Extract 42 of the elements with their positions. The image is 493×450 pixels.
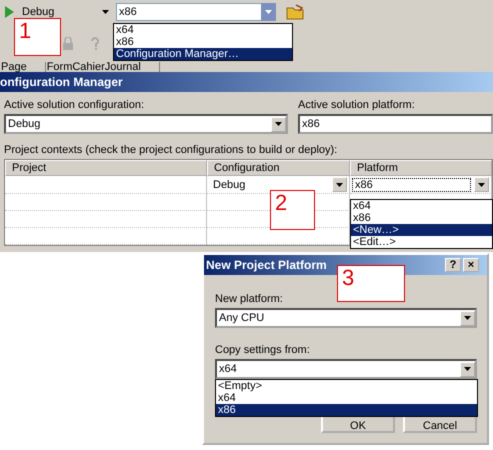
platform-combo[interactable]: Any CPU: [215, 308, 477, 328]
folder-icon[interactable]: [286, 4, 304, 20]
copy-settings-combo[interactable]: x64: [215, 359, 477, 379]
caret-icon[interactable]: [478, 182, 485, 186]
close-button[interactable]: ×: [463, 258, 479, 272]
menu-item[interactable]: x64: [351, 200, 492, 212]
field-label: Copy settings from:: [215, 344, 311, 356]
menu-item[interactable]: <Edit…>: [351, 236, 492, 248]
section-label: Project contexts (check the project configurations to build or deploy):: [4, 144, 338, 156]
menu-item[interactable]: x86: [216, 404, 477, 416]
step-callout: 2: [270, 190, 315, 230]
platform-combo[interactable]: x86: [352, 178, 471, 192]
help-button[interactable]: ?: [445, 258, 461, 272]
column-header[interactable]: Configuration: [207, 160, 350, 176]
column-header[interactable]: Platform: [350, 160, 492, 176]
caret-icon[interactable]: [336, 182, 343, 186]
step-callout: 3: [337, 265, 405, 302]
configuration-combo[interactable]: Debug: [4, 114, 288, 134]
menu-item[interactable]: x86: [351, 212, 492, 224]
field-label: Active solution platform:: [298, 99, 416, 111]
configuration-combo[interactable]: Debug: [20, 4, 102, 20]
field-label: Active solution configuration:: [4, 99, 146, 111]
platform-combo[interactable]: x86: [116, 3, 261, 21]
menu-item[interactable]: x86: [114, 36, 292, 48]
field-label: New platform:: [215, 293, 284, 305]
caret-icon[interactable]: [464, 316, 471, 320]
step-callout: 1: [14, 18, 61, 56]
menu-item[interactable]: Configuration Manager…: [114, 48, 292, 60]
menu-item[interactable]: x64: [216, 392, 477, 404]
caret-icon[interactable]: [275, 122, 282, 126]
menu-item[interactable]: <Empty>: [216, 380, 477, 392]
dropdown-button[interactable]: [332, 177, 347, 192]
column-header[interactable]: Project: [5, 160, 207, 176]
dialog-title: New Project Platform: [206, 258, 327, 272]
caret-icon[interactable]: [102, 10, 109, 14]
window-title: onfiguration Manager: [0, 72, 493, 92]
table-cell-text: Debug: [212, 178, 246, 190]
caret-icon[interactable]: [464, 367, 471, 371]
menu-item[interactable]: x64: [114, 24, 292, 36]
dropdown-button[interactable]: [474, 177, 489, 192]
menu-item[interactable]: <New…>: [351, 224, 492, 236]
platform-combo[interactable]: x86: [298, 114, 493, 134]
